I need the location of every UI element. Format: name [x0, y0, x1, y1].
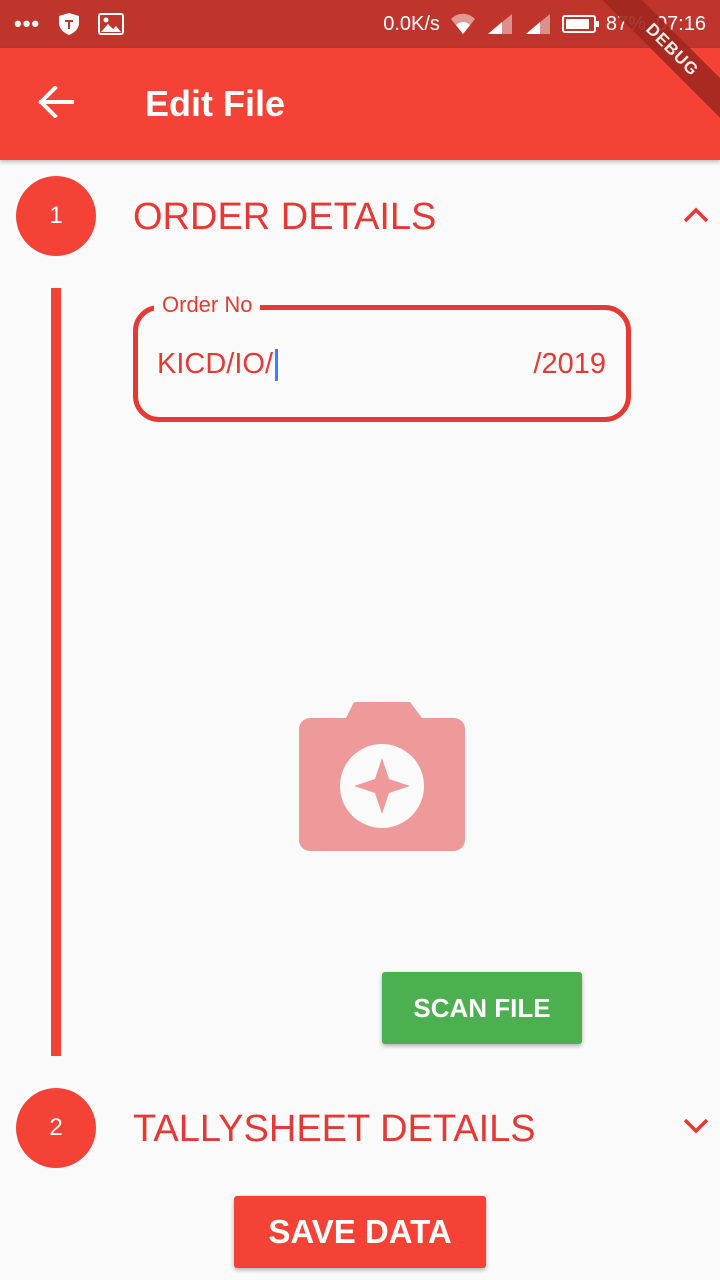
- step-2-title[interactable]: TALLYSHEET DETAILS: [133, 1108, 536, 1151]
- order-no-suffix: /2019: [533, 348, 606, 380]
- chevron-down-icon[interactable]: [682, 1116, 710, 1141]
- text-cursor: [275, 348, 279, 381]
- more-dots-icon: •••: [14, 11, 41, 36]
- network-speed: 0.0K/s: [383, 12, 440, 35]
- chevron-up-icon[interactable]: [682, 205, 710, 230]
- image-icon: [98, 13, 125, 35]
- camera-icon[interactable]: [298, 700, 466, 857]
- back-button[interactable]: [0, 48, 112, 160]
- wifi-icon: [450, 13, 476, 35]
- battery-icon: [561, 15, 599, 33]
- order-no-label: Order No: [154, 292, 261, 318]
- scan-file-button[interactable]: SCAN FILE: [382, 972, 582, 1044]
- page-title: Edit File: [145, 83, 286, 124]
- step-2-number: 2: [16, 1088, 96, 1168]
- save-data-button[interactable]: SAVE DATA: [234, 1196, 486, 1268]
- app-bar: Edit File: [0, 48, 720, 160]
- signal-icon: [486, 13, 514, 35]
- arrow-back-icon: [38, 84, 74, 123]
- order-no-input[interactable]: KICD/IO/: [157, 348, 273, 381]
- step-1-title[interactable]: ORDER DETAILS: [133, 196, 436, 239]
- step-1-number: 1: [16, 176, 96, 256]
- shield-icon: [58, 12, 80, 36]
- step-connector-line: [51, 288, 61, 1056]
- order-no-field[interactable]: Order No KICD/IO/ /2019: [133, 292, 631, 422]
- signal-icon: [524, 13, 552, 35]
